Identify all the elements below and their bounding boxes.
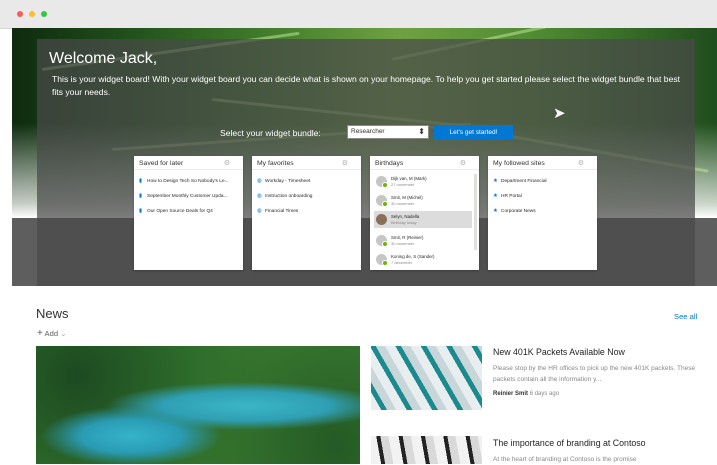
site-item[interactable]: ★ HR Portal <box>493 193 522 199</box>
widget-board-panel: Welcome Jack, This is your widget board!… <box>37 39 695 286</box>
presence-icon <box>382 201 388 207</box>
avatar <box>376 214 387 225</box>
news-article-title[interactable]: New 401K Packets Available Now <box>493 347 625 357</box>
saved-item[interactable]: ▮ September Monthly Customer Upda... <box>139 193 228 199</box>
bundle-selected-value: Researcher <box>351 128 385 135</box>
birthday-row-today[interactable]: Selyn, Nadella Birthday today <box>374 211 472 228</box>
get-started-button[interactable]: Let's get started! <box>434 125 513 140</box>
widget-title: Saved for later <box>139 160 184 167</box>
gear-icon[interactable]: ⚙ <box>224 159 230 167</box>
birthday-row[interactable]: Smit, R (Reinier) 30 november <box>374 232 472 249</box>
updown-caret-icon: ⬍ <box>418 127 425 136</box>
saved-item[interactable]: ▮ Our Open Source Deals for Q4 <box>139 208 213 214</box>
star-icon: ★ <box>493 178 498 184</box>
welcome-title: Welcome Jack, <box>49 50 158 67</box>
welcome-intro: This is your widget board! With your wid… <box>52 74 681 97</box>
add-news-button[interactable]: + Add ⌄ <box>37 328 67 339</box>
news-article-snippet: At the heart of branding at Contoso is t… <box>493 456 637 463</box>
birthday-row[interactable]: Smit, M (Michel) 30 november <box>374 192 472 209</box>
site-item[interactable]: ★ Department Financial <box>493 178 547 184</box>
saved-item[interactable]: ▮ How to Design Tech So Nobody's Le... <box>139 178 229 184</box>
news-article-byline: Reinier Smit 6 days ago <box>493 391 560 397</box>
widget-title: My followed sites <box>493 160 545 167</box>
close-window-button[interactable] <box>17 11 23 17</box>
globe-icon: ◍ <box>257 193 262 199</box>
birthday-row[interactable]: Koning de, S (Sander) 7 december <box>374 251 472 268</box>
bookmark-icon: ▮ <box>139 193 143 199</box>
presence-icon <box>382 241 388 247</box>
gear-icon[interactable]: ⚙ <box>342 159 348 167</box>
avatar <box>376 254 388 266</box>
globe-icon: ◍ <box>257 208 262 214</box>
star-icon: ★ <box>493 208 498 214</box>
widget-followed-sites: My followed sites ⚙ ★ Department Financia… <box>488 156 597 270</box>
presence-icon <box>382 260 388 266</box>
bookmark-icon: ▮ <box>139 178 143 184</box>
plus-icon: + <box>37 328 43 339</box>
widget-birthdays: Birthdays ⚙ Dijk van, M (Mark) 27 novemb… <box>370 156 479 270</box>
presence-icon <box>382 182 388 188</box>
birthday-row[interactable]: Dijk van, M (Mark) 27 november <box>374 173 472 190</box>
widget-title: Birthdays <box>375 160 404 167</box>
see-all-link[interactable]: See all <box>674 312 697 321</box>
widget-saved-for-later: Saved for later ⚙ ▮ How to Design Tech So… <box>134 156 243 270</box>
mouse-pointer-icon: ➤ <box>553 105 566 122</box>
favorite-item[interactable]: ◍ Instruction onboarding <box>257 193 312 199</box>
bookmark-icon: ▮ <box>139 208 143 214</box>
news-section-title: News <box>36 306 69 321</box>
welcome-hero: Welcome Jack, This is your widget board!… <box>12 28 717 286</box>
minimize-window-button[interactable] <box>29 11 35 17</box>
browser-titlebar <box>0 0 717 29</box>
news-article-snippet: Please stop by the HR offices to pick up… <box>493 365 696 383</box>
widget-bundle-select[interactable]: Researcher ⬍ <box>347 125 429 139</box>
widget-my-favorites: My favorites ⚙ ◍ Workday - Timesheet ◍ Ins… <box>252 156 361 270</box>
gear-icon[interactable]: ⚙ <box>460 159 466 167</box>
bundle-label: Select your widget bundle: <box>220 128 321 138</box>
favorite-item[interactable]: ◍ Workday - Timesheet <box>257 178 310 184</box>
avatar <box>376 176 388 188</box>
divider <box>488 169 597 170</box>
divider <box>370 169 479 170</box>
divider <box>252 169 361 170</box>
news-article-title[interactable]: The importance of branding at Contoso <box>493 438 646 448</box>
gear-icon[interactable]: ⚙ <box>578 159 584 167</box>
globe-icon: ◍ <box>257 178 262 184</box>
divider <box>134 169 243 170</box>
favorite-item[interactable]: ◍ Financial Times <box>257 208 298 214</box>
avatar <box>376 195 388 207</box>
widget-title: My favorites <box>257 160 294 167</box>
maximize-window-button[interactable] <box>41 11 47 17</box>
chevron-down-icon: ⌄ <box>60 329 67 338</box>
site-item[interactable]: ★ Corporate News <box>493 208 536 214</box>
star-icon: ★ <box>493 193 498 199</box>
news-thumbnail[interactable] <box>371 346 482 410</box>
news-hero-image[interactable] <box>36 346 360 464</box>
birthdays-scrollbar[interactable] <box>474 174 477 250</box>
avatar <box>376 235 388 247</box>
news-thumbnail[interactable] <box>371 436 482 464</box>
